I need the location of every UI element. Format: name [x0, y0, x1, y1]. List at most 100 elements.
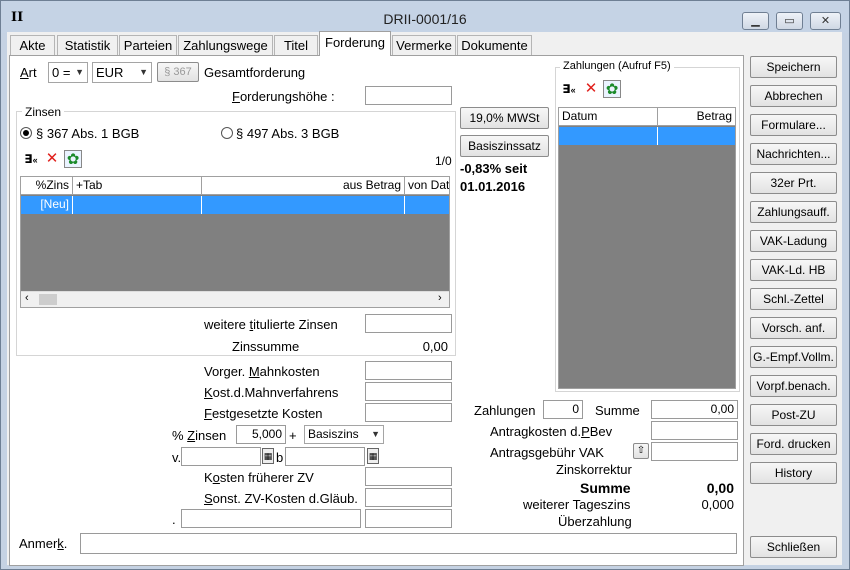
calendar-icon[interactable]: ▦	[367, 448, 379, 464]
add-row-icon[interactable]: ∃«	[22, 150, 40, 168]
empty-cell	[73, 196, 202, 214]
vorsch-anf-button[interactable]: Vorsch. anf.	[750, 317, 837, 339]
radio-367[interactable]	[20, 127, 32, 139]
tab-dokumente[interactable]: Dokumente	[457, 35, 532, 55]
festgesetzte-kosten-input[interactable]	[365, 403, 452, 422]
zahlungen-group-label: Zahlungen (Aufruf F5)	[560, 60, 674, 72]
zinsen-grid[interactable]: %Zins +Tab aus Betrag von Dat [Neu] ‹ ›	[20, 176, 450, 308]
von-date-input[interactable]	[181, 447, 261, 466]
formulare-button[interactable]: Formulare...	[750, 114, 837, 136]
summe-total-label: Summe	[580, 480, 631, 496]
weitere-zinsen-input[interactable]	[365, 314, 452, 333]
von-label: v.	[172, 450, 182, 465]
radio-497[interactable]	[221, 127, 233, 139]
schliessen-button[interactable]: Schließen	[750, 536, 837, 558]
zahlungen-selected-row[interactable]	[559, 127, 735, 145]
vorpf-benach-button[interactable]: Vorpf.benach.	[750, 375, 837, 397]
anmerk-input[interactable]	[80, 533, 737, 554]
tageszins-label: weiterer Tageszins	[523, 497, 631, 512]
currency-select[interactable]: EUR ▼	[92, 62, 152, 83]
col-datum[interactable]: Datum	[559, 108, 658, 126]
basiszins-date: 01.01.2016	[460, 179, 526, 194]
col-betrag[interactable]: Betrag	[658, 108, 735, 126]
tab-titel[interactable]: Titel	[274, 35, 318, 55]
speichern-button[interactable]: Speichern	[750, 56, 837, 78]
tab-parteien[interactable]: Parteien	[119, 35, 177, 55]
vorger-mahnkosten-input[interactable]	[365, 361, 452, 380]
mwst-button[interactable]: 19,0% MWSt	[460, 107, 549, 129]
g-empf-vollm-button[interactable]: G.-Empf.Vollm.	[750, 346, 837, 368]
tab-forderung[interactable]: Forderung	[319, 31, 391, 56]
basiszinssatz-button[interactable]: Basiszinssatz	[460, 135, 549, 157]
vak-ld-hb-button[interactable]: VAK-Ld. HB	[750, 259, 837, 281]
delete-payment-icon[interactable]: ✕	[582, 80, 600, 98]
add-payment-icon[interactable]: ∃«	[560, 80, 578, 98]
horizontal-scrollbar[interactable]: ‹ ›	[21, 291, 449, 307]
summe-total-value: 0,00	[706, 480, 734, 496]
zinsen-new-row[interactable]: [Neu]	[21, 196, 449, 214]
zinsen-grid-header: %Zins +Tab aus Betrag von Dat	[21, 177, 449, 195]
post-zu-button[interactable]: Post-ZU	[750, 404, 837, 426]
scroll-thumb[interactable]	[39, 294, 57, 305]
scroll-right-icon[interactable]: ›	[438, 292, 442, 304]
maximize-button[interactable]: ▭	[776, 12, 803, 30]
forderungshoehe-label: Forderungshöhe :	[232, 89, 335, 104]
refresh-icon[interactable]: ✿	[64, 150, 82, 168]
tab-vermerke[interactable]: Vermerke	[392, 35, 456, 55]
refresh-payments-icon[interactable]: ✿	[603, 80, 621, 98]
anmerk-label: Anmerk.	[19, 536, 68, 551]
col-von-dat[interactable]: von Dat	[405, 177, 449, 195]
custom-cost-input[interactable]	[365, 509, 452, 528]
plus-label: +	[289, 428, 297, 443]
zahlungsauff-button[interactable]: Zahlungsauff.	[750, 201, 837, 223]
nachrichten-button[interactable]: Nachrichten...	[750, 143, 837, 165]
abbrechen-button[interactable]: Abbrechen	[750, 85, 837, 107]
sonst-kosten-input[interactable]	[365, 488, 452, 507]
tab-statistik[interactable]: Statistik	[57, 35, 118, 55]
antrag-pbev-label: Antragkosten d.PBev	[490, 424, 613, 439]
bis-date-input[interactable]	[285, 447, 365, 466]
vak-arrow-button[interactable]: ⇧	[633, 443, 649, 459]
col-zins[interactable]: %Zins	[21, 177, 73, 195]
zinssumme-label: Zinssumme	[232, 339, 300, 354]
kosten-frueher-input[interactable]	[365, 467, 452, 486]
prozent-zinsen-input[interactable]: 5,000	[236, 425, 286, 444]
32er-prt-button[interactable]: 32er Prt.	[750, 172, 837, 194]
summe-label: Summe	[595, 403, 640, 418]
tab-akte[interactable]: Akte	[10, 35, 55, 55]
calendar-icon[interactable]: ▦	[262, 448, 274, 464]
antrag-vak-label: Antragsgebühr VAK	[490, 445, 604, 460]
vak-ladung-button[interactable]: VAK-Ladung	[750, 230, 837, 252]
schl-zettel-button[interactable]: Schl.-Zettel	[750, 288, 837, 310]
summe-input[interactable]: 0,00	[651, 400, 738, 419]
art-select[interactable]: 0 = ▼	[48, 62, 88, 83]
zinskorrektur-label: Zinskorrektur	[556, 462, 632, 477]
scroll-left-icon[interactable]: ‹	[25, 292, 29, 304]
bis-label: b	[276, 450, 284, 465]
art-description: Gesamtforderung	[204, 65, 306, 80]
col-aus-betrag[interactable]: aus Betrag	[202, 177, 405, 195]
minimize-button[interactable]: ▁	[742, 12, 769, 30]
festgesetzte-kosten-label: Festgesetzte Kosten	[204, 406, 323, 421]
zahlungen-count-input[interactable]: 0	[543, 400, 583, 419]
delete-row-icon[interactable]: ✕	[43, 150, 61, 168]
kost-mahnverfahren-label: Kost.d.Mahnverfahrens	[204, 385, 339, 400]
forderungshoehe-input[interactable]	[365, 86, 452, 105]
zahlungen-grid[interactable]: Datum Betrag	[558, 107, 736, 389]
section-367-button[interactable]: § 367	[157, 62, 199, 82]
radio-497-label: § 497 Abs. 3 BGB	[236, 126, 340, 141]
antrag-vak-input[interactable]	[651, 442, 738, 461]
col-tab[interactable]: +Tab	[73, 177, 202, 195]
tab-zahlungswege[interactable]: Zahlungswege	[178, 35, 273, 55]
close-window-button[interactable]: ✕	[810, 12, 841, 30]
weitere-zinsen-label: weitere titulierte Zinsen	[204, 317, 338, 332]
zinssumme-value: 0,00	[422, 339, 448, 354]
ford-drucken-button[interactable]: Ford. drucken	[750, 433, 837, 455]
history-button[interactable]: History	[750, 462, 837, 484]
custom-cost-label-input[interactable]	[181, 509, 361, 528]
antrag-pbev-input[interactable]	[651, 421, 738, 440]
empty-cell	[559, 127, 658, 145]
basiszins-select[interactable]: Basiszins ▼	[304, 425, 384, 444]
empty-cell	[202, 196, 405, 214]
kost-mahnverfahren-input[interactable]	[365, 382, 452, 401]
